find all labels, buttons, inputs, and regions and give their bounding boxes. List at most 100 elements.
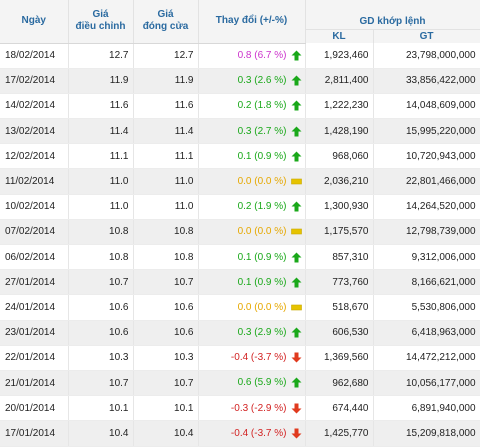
cell-adjusted-price: 10.6 xyxy=(68,320,134,346)
cell-closing-price: 11.4 xyxy=(133,118,199,145)
cell-volume: 1,175,570 xyxy=(305,219,374,246)
cell-date: 22/01/2014 xyxy=(0,345,69,371)
cell-date: 17/01/2014 xyxy=(0,420,69,447)
cell-value: 10,720,943,000 xyxy=(373,143,480,170)
table-body: 18/02/2014 12.7 12.7 0.8 (6.7 %) 1,923,460 23… xyxy=(0,43,480,447)
cell-date: 11/02/2014 xyxy=(0,168,69,195)
cell-adjusted-price: 10.8 xyxy=(68,219,134,246)
table-row: 27/01/2014 10.7 10.7 0.1 (0.9 %) 773,760 8,16… xyxy=(0,269,480,296)
cell-change: 0.0 (0.0 %) xyxy=(198,168,306,195)
cell-volume: 857,310 xyxy=(305,244,374,271)
cell-change: 0.3 (2.9 %) xyxy=(198,320,306,346)
cell-change: 0.0 (0.0 %) xyxy=(198,219,306,246)
table-row: 11/02/2014 11.0 11.0 0.0 (0.0 %) 2,036,210 22… xyxy=(0,168,480,195)
column-header-date[interactable]: Ngày xyxy=(0,0,69,44)
cell-value: 6,891,940,000 xyxy=(373,395,480,422)
cell-closing-price: 12.7 xyxy=(133,43,199,69)
cell-adjusted-price: 10.7 xyxy=(68,269,134,296)
change-value: -0.4 (-3.7 %) xyxy=(230,352,287,364)
cell-value: 14,264,520,000 xyxy=(373,194,480,220)
change-value: 0.1 (0.9 %) xyxy=(237,251,287,263)
change-value: 0.8 (6.7 %) xyxy=(237,50,287,62)
cell-volume: 773,760 xyxy=(305,269,374,296)
cell-date: 12/02/2014 xyxy=(0,143,69,170)
cell-change: 0.0 (0.0 %) xyxy=(198,294,306,321)
cell-volume: 1,300,930 xyxy=(305,194,374,220)
change-value: 0.0 (0.0 %) xyxy=(237,301,287,313)
cell-date: 20/01/2014 xyxy=(0,395,69,422)
cell-date: 17/02/2014 xyxy=(0,68,69,94)
up-arrow-icon xyxy=(291,201,302,212)
cell-closing-price: 10.8 xyxy=(133,244,199,271)
up-arrow-icon xyxy=(291,151,302,162)
cell-volume: 2,811,400 xyxy=(305,68,374,94)
cell-volume: 1,425,770 xyxy=(305,420,374,447)
cell-change: 0.1 (0.9 %) xyxy=(198,269,306,296)
cell-change: 0.3 (2.6 %) xyxy=(198,68,306,94)
change-value: 0.6 (5.9 %) xyxy=(237,377,287,389)
cell-value: 23,798,000,000 xyxy=(373,43,480,69)
cell-change: 0.3 (2.7 %) xyxy=(198,118,306,145)
cell-change: 0.2 (1.8 %) xyxy=(198,93,306,120)
cell-change: 0.8 (6.7 %) xyxy=(198,43,306,69)
change-value: -0.3 (-2.9 %) xyxy=(230,402,287,414)
cell-change: -0.4 (-3.7 %) xyxy=(198,345,306,371)
cell-date: 24/01/2014 xyxy=(0,294,69,321)
column-header-closing-price[interactable]: Giá đóng cửa xyxy=(133,0,199,44)
table-row: 10/02/2014 11.0 11.0 0.2 (1.9 %) 1,300,930 14… xyxy=(0,194,480,220)
cell-closing-price: 11.9 xyxy=(133,68,199,94)
cell-change: 0.6 (5.9 %) xyxy=(198,370,306,397)
cell-volume: 674,440 xyxy=(305,395,374,422)
cell-closing-price: 10.4 xyxy=(133,420,199,447)
down-arrow-icon xyxy=(291,428,302,439)
table-row: 14/02/2014 11.6 11.6 0.2 (1.8 %) 1,222,230 14… xyxy=(0,93,480,120)
cell-date: 10/02/2014 xyxy=(0,194,69,220)
cell-volume: 962,680 xyxy=(305,370,374,397)
cell-adjusted-price: 11.0 xyxy=(68,194,134,220)
unchanged-bar-icon xyxy=(290,302,302,313)
column-header-value[interactable]: GT xyxy=(373,29,480,43)
cell-volume: 968,060 xyxy=(305,143,374,170)
column-header-change[interactable]: Thay đổi (+/-%) xyxy=(198,0,306,44)
up-arrow-icon xyxy=(291,126,302,137)
cell-value: 10,056,177,000 xyxy=(373,370,480,397)
cell-date: 18/02/2014 xyxy=(0,43,69,69)
cell-volume: 2,036,210 xyxy=(305,168,374,195)
change-value: 0.0 (0.0 %) xyxy=(237,175,287,187)
table-row: 22/01/2014 10.3 10.3 -0.4 (-3.7 %) 1,369,560… xyxy=(0,345,480,371)
column-header-volume[interactable]: KL xyxy=(305,29,374,43)
cell-value: 9,312,006,000 xyxy=(373,244,480,271)
cell-value: 33,856,422,000 xyxy=(373,68,480,94)
table-row: 07/02/2014 10.8 10.8 0.0 (0.0 %) 1,175,570 12… xyxy=(0,219,480,246)
cell-adjusted-price: 10.6 xyxy=(68,294,134,321)
cell-volume: 606,530 xyxy=(305,320,374,346)
unchanged-bar-icon xyxy=(290,176,302,187)
change-value: 0.1 (0.9 %) xyxy=(237,276,287,288)
cell-adjusted-price: 11.1 xyxy=(68,143,134,170)
table-row: 20/01/2014 10.1 10.1 -0.3 (-2.9 %) 674,440 6,… xyxy=(0,395,480,422)
cell-value: 5,530,806,000 xyxy=(373,294,480,321)
up-arrow-icon xyxy=(291,277,302,288)
cell-date: 06/02/2014 xyxy=(0,244,69,271)
change-value: 0.0 (0.0 %) xyxy=(237,226,287,238)
column-group-matched-orders: GD khớp lệnh xyxy=(305,0,480,30)
table-row: 17/01/2014 10.4 10.4 -0.4 (-3.7 %) 1,425,770… xyxy=(0,420,480,447)
cell-value: 14,472,212,000 xyxy=(373,345,480,371)
cell-date: 23/01/2014 xyxy=(0,320,69,346)
change-value: 0.3 (2.9 %) xyxy=(237,327,287,339)
price-history-panel: Ngày Giá điều chỉnh Giá đóng cửa Thay đổ… xyxy=(0,0,480,447)
cell-adjusted-price: 10.7 xyxy=(68,370,134,397)
table-row: 24/01/2014 10.6 10.6 0.0 (0.0 %) 518,670 5,53… xyxy=(0,294,480,321)
up-arrow-icon xyxy=(291,252,302,263)
cell-volume: 1,369,560 xyxy=(305,345,374,371)
cell-value: 15,209,818,000 xyxy=(373,420,480,447)
cell-adjusted-price: 11.6 xyxy=(68,93,134,120)
cell-change: -0.3 (-2.9 %) xyxy=(198,395,306,422)
up-arrow-icon xyxy=(291,327,302,338)
column-header-adjusted-price[interactable]: Giá điều chỉnh xyxy=(68,0,134,44)
cell-volume: 1,428,190 xyxy=(305,118,374,145)
table-row: 12/02/2014 11.1 11.1 0.1 (0.9 %) 968,060 10,7… xyxy=(0,143,480,170)
cell-volume: 518,670 xyxy=(305,294,374,321)
change-value: -0.4 (-3.7 %) xyxy=(230,427,287,439)
up-arrow-icon xyxy=(291,75,302,86)
